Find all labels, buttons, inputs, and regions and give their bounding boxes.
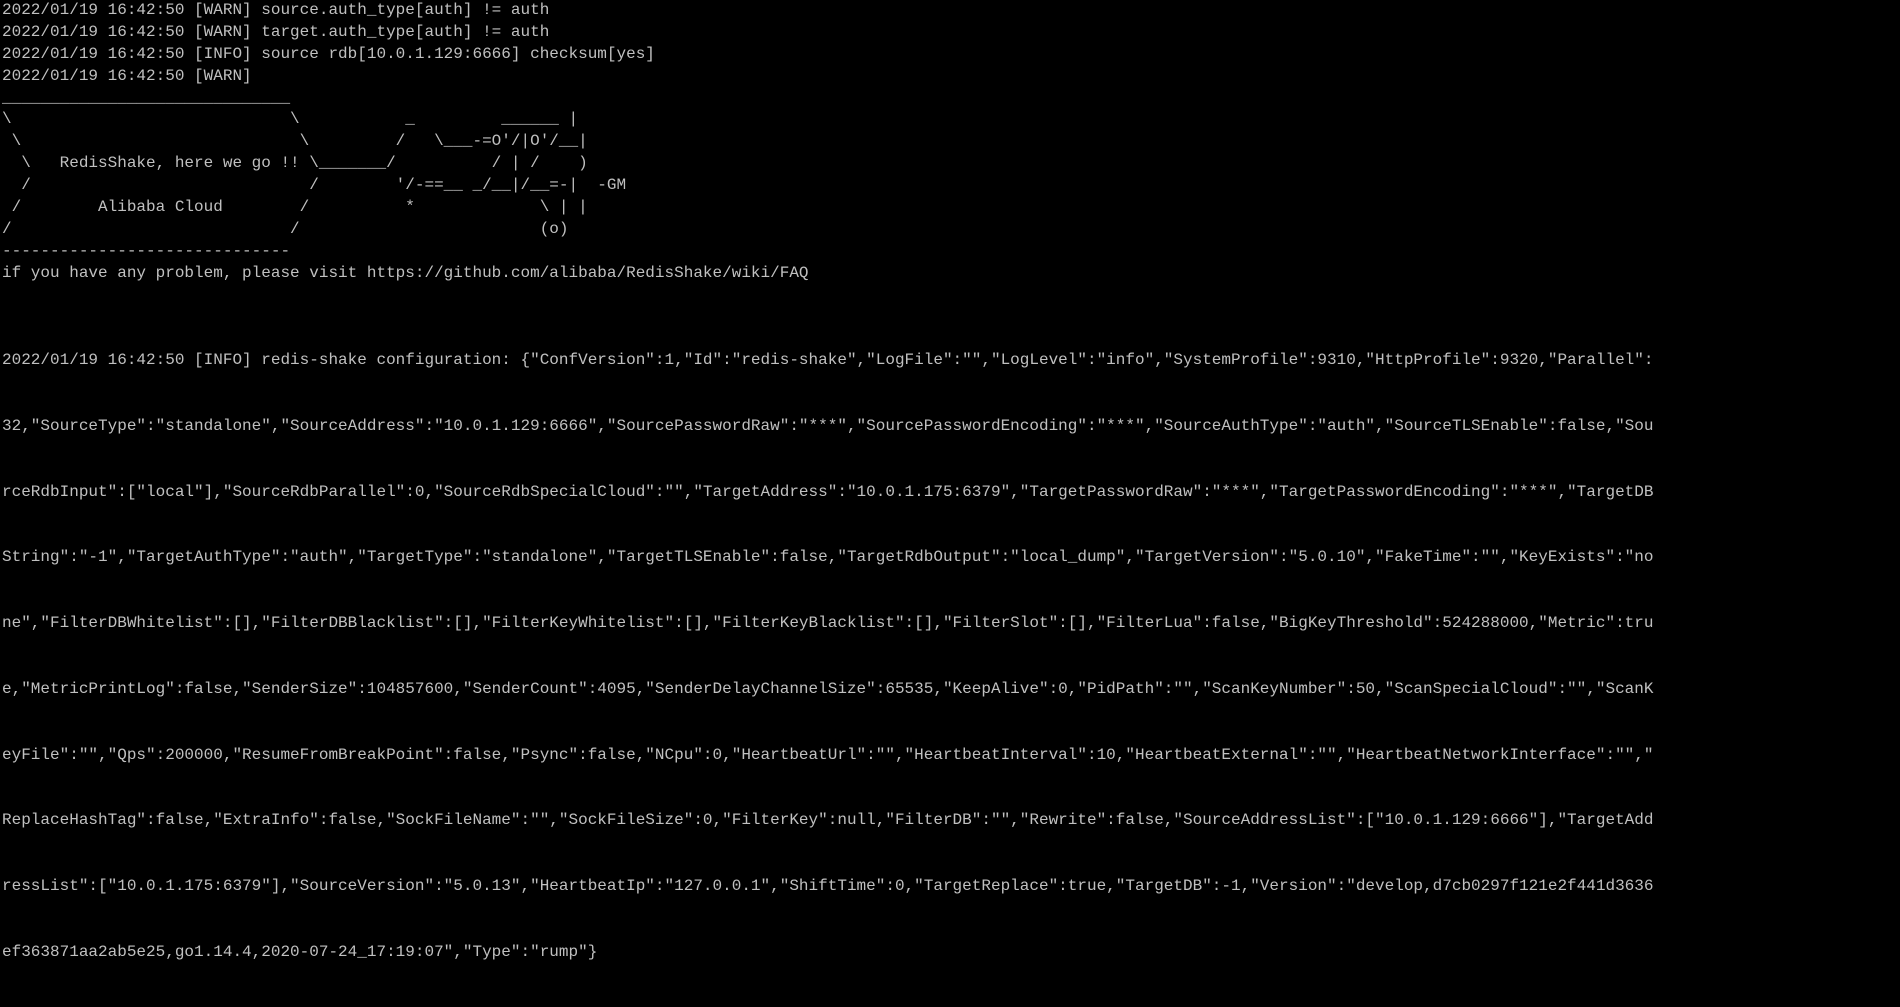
banner-line: \ \ / \___-=O'/|O'/__| — [2, 132, 588, 151]
banner-line: / Alibaba Cloud / * \ | | — [2, 198, 588, 217]
banner-line: ------------------------------ — [2, 241, 291, 260]
banner-line: \ RedisShake, here we go !! \_______/ / … — [2, 154, 588, 173]
config-line: rceRdbInput":["local"],"SourceRdbParalle… — [2, 482, 1654, 501]
banner-line: \ \ _ ______ | — [2, 110, 579, 129]
config-line: String":"-1","TargetAuthType":"auth","Ta… — [2, 548, 1654, 567]
config-line: ne","FilterDBWhitelist":[],"FilterDBBlac… — [2, 614, 1654, 633]
config-line: eyFile":"","Qps":200000,"ResumeFromBreak… — [2, 745, 1654, 764]
banner-line: / / '/-==__ _/__|/__=-| -GM — [2, 176, 627, 195]
config-line: ReplaceHashTag":false,"ExtraInfo":false,… — [2, 811, 1654, 830]
config-line: e,"MetricPrintLog":false,"SenderSize":10… — [2, 679, 1654, 698]
banner-line: / / (o) — [2, 219, 569, 238]
terminal-window[interactable]: 2022/01/19 16:42:50 [WARN] source.auth_t… — [0, 0, 1900, 961]
config-line: 2022/01/19 16:42:50 [INFO] redis-shake c… — [2, 351, 1654, 370]
log-line: 2022/01/19 16:42:50 [WARN] source.auth_t… — [2, 1, 550, 19]
banner-line: ______________________________ — [2, 88, 291, 107]
config-output: 2022/01/19 16:42:50 [INFO] redis-shake c… — [2, 306, 1900, 1007]
log-line: 2022/01/19 16:42:50 [WARN] — [2, 66, 252, 85]
ascii-banner: ______________________________ \ \ _ ___… — [2, 88, 1900, 263]
log-line: 2022/01/19 16:42:50 [INFO] source rdb[10… — [2, 44, 655, 63]
config-line: ef363871aa2ab5e25,go1.14.4,2020-07-24_17… — [2, 942, 598, 961]
log-line: 2022/01/19 16:42:50 [WARN] target.auth_t… — [2, 22, 550, 41]
faq-line: if you have any problem, please visit ht… — [2, 263, 809, 282]
config-line: 32,"SourceType":"standalone","SourceAddr… — [2, 416, 1654, 435]
config-line: ressList":["10.0.1.175:6379"],"SourceVer… — [2, 876, 1654, 895]
log-header: 2022/01/19 16:42:50 [WARN] source.auth_t… — [2, 0, 1900, 88]
